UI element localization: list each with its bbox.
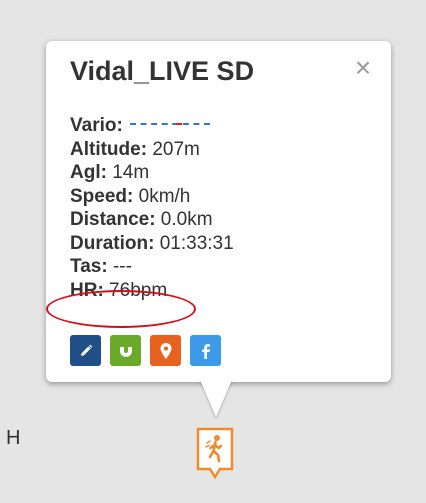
hr-highlight-circle [46,290,196,328]
stat-value: 0.0km [155,209,213,230]
stat-label: Altitude: [70,138,148,160]
stat-label: Speed: [70,185,134,207]
map-label: H [6,427,21,449]
pencil-icon [80,344,92,356]
stat-duration: Duration: 01:33:31 [70,232,234,256]
stat-altitude: Altitude: 207m [70,138,234,162]
vario-indicator [130,122,211,125]
close-button[interactable]: × [351,54,375,82]
stat-agl: Agl: 14m [70,161,234,185]
stat-label: Distance: [70,209,156,230]
location-button[interactable] [150,335,181,366]
facebook-icon [201,343,210,359]
stat-value: 207m [147,138,200,160]
stat-label: Agl: [70,162,107,183]
popup-pointer [200,380,232,417]
stat-value: 0km/h [133,185,191,207]
stat-value: 14m [106,162,150,183]
map-pin-icon [160,342,171,359]
stat-label: Tas: [70,256,108,277]
vario-zero-marker [176,122,183,125]
stat-value: 01:33:31 [154,232,234,254]
stat-value: --- [107,256,132,277]
stat-speed: Speed: 0km/h [70,185,234,209]
action-buttons [70,335,221,366]
pilot-marker[interactable] [196,427,234,480]
magnet-icon [119,344,132,357]
stat-label: Vario: [70,115,123,136]
facebook-button[interactable] [190,335,221,366]
info-popup: Vidal_LIVE SD × Vario: Altitude: 207m Ag… [46,41,391,382]
stats-list: Vario: Altitude: 207m Agl: 14m Speed: 0k… [70,114,234,302]
stat-vario: Vario: [70,114,234,138]
stat-tas: Tas: --- [70,255,234,279]
stat-distance: Distance: 0.0km [70,208,234,232]
walker-icon [196,427,234,480]
stat-label: Duration: [70,232,155,254]
edit-button[interactable] [70,335,101,366]
magnet-button[interactable] [110,335,141,366]
popup-title: Vidal_LIVE SD [70,56,255,86]
